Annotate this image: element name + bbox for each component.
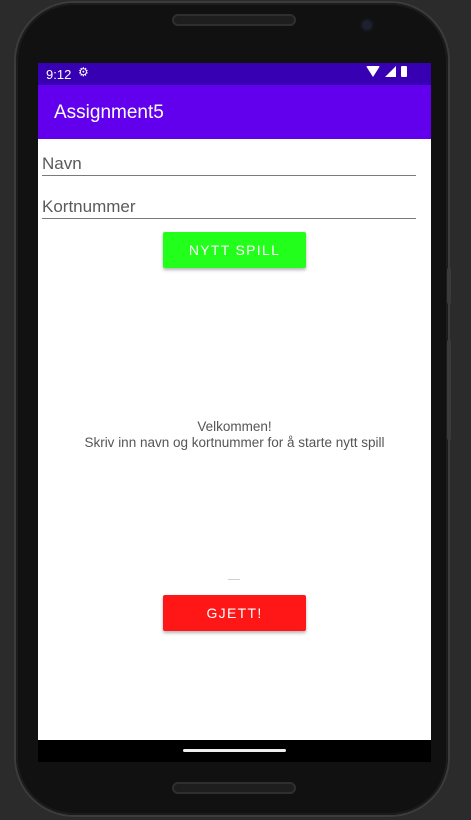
power-button xyxy=(447,340,451,440)
bottom-speaker-icon xyxy=(172,782,296,794)
guess-button[interactable]: GJETT! xyxy=(163,595,306,631)
home-gesture-icon[interactable] xyxy=(183,749,286,752)
app-title: Assignment5 xyxy=(54,102,164,123)
battery-icon xyxy=(401,66,407,77)
status-icons xyxy=(366,66,407,77)
welcome-message: Velkommen! Skriv inn navn og kortnummer … xyxy=(38,419,431,451)
app-bar: Assignment5 xyxy=(38,85,431,139)
notification-gear-icon: ⚙ xyxy=(78,65,89,79)
status-bar: 9:12 ⚙ xyxy=(38,63,431,85)
status-time: 9:12 xyxy=(46,67,72,82)
signal-icon xyxy=(385,66,396,77)
wifi-icon xyxy=(366,66,380,77)
card-number-field xyxy=(42,188,416,219)
device-screen: 9:12 ⚙ Assignment5 NYTT SPILL Velkommen!… xyxy=(38,63,431,740)
navigation-bar xyxy=(38,740,431,762)
top-speaker-icon xyxy=(172,14,296,26)
card-number-input[interactable] xyxy=(42,197,412,217)
front-camera-icon xyxy=(362,20,372,30)
result-text-empty xyxy=(228,579,240,580)
new-game-button[interactable]: NYTT SPILL xyxy=(163,232,306,268)
name-input[interactable] xyxy=(42,154,412,174)
welcome-line-1: Velkommen! xyxy=(197,419,272,434)
volume-button xyxy=(447,268,451,304)
name-field xyxy=(42,145,416,176)
welcome-line-2: Skriv inn navn og kortnummer for å start… xyxy=(84,435,385,450)
